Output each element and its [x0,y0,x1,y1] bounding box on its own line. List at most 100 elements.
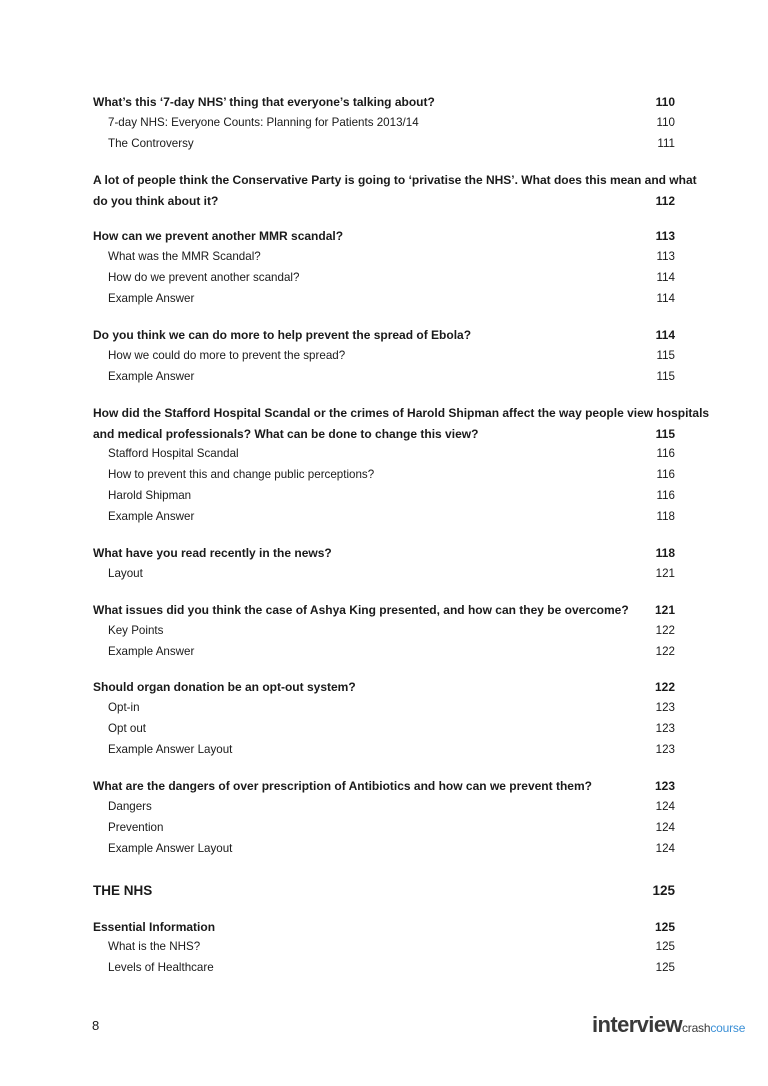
toc-heading[interactable]: Do you think we can do more to help prev… [93,325,675,346]
toc-entry-title: Prevention [108,820,164,834]
toc-chapter[interactable]: THE NHS 125 [93,881,675,902]
toc-entry-title: Layout [108,566,143,580]
toc-subentry[interactable]: Layout 121 [93,564,675,585]
toc-entry-title: and medical professionals? What can be d… [93,426,479,441]
toc-entry-title: The Controversy [108,136,194,150]
toc-entry-page: 125 [655,940,675,954]
toc-entry-title: Stafford Hospital Scandal [108,447,239,461]
toc-subentry[interactable]: Example Answer 114 [93,289,675,310]
toc-subentry[interactable]: Opt-in 123 [93,698,675,719]
toc-entry-title: What’s this ‘7-day NHS’ thing that every… [93,95,435,109]
toc-entry-page: 121 [654,602,675,617]
toc-entry-page: 124 [655,820,675,834]
toc-entry-page: 125 [655,961,675,975]
toc-entry-page: 115 [655,426,675,441]
table-of-contents: What’s this ‘7-day NHS’ thing that every… [93,92,709,979]
toc-subentry[interactable]: Harold Shipman 116 [93,486,675,507]
toc-subentry[interactable]: How do we prevent another scandal? 114 [93,268,675,289]
toc-heading-line[interactable]: A lot of people think the Conservative P… [93,170,697,191]
toc-subentry[interactable]: Example Answer 118 [93,507,675,528]
toc-entry-title: Opt-in [108,701,140,715]
toc-subentry[interactable]: Key Points 122 [93,621,675,642]
toc-entry-page: 123 [655,722,675,736]
toc-entry-title: How can we prevent another MMR scandal? [93,229,344,244]
toc-subentry[interactable]: What is the NHS? 125 [93,937,675,958]
toc-subentry[interactable]: Stafford Hospital Scandal 116 [93,444,675,465]
toc-entry-title: Example Answer Layout [108,841,233,855]
toc-subentry[interactable]: Prevention 124 [93,818,675,839]
toc-heading[interactable]: Should organ donation be an opt-out syst… [93,677,675,698]
toc-entry-title: What was the MMR Scandal? [108,250,261,264]
toc-subentry[interactable]: The Controversy 111 [93,134,675,155]
toc-entry-page: 123 [654,779,675,794]
toc-subentry[interactable]: How to prevent this and change public pe… [93,465,675,486]
logo-interview: interview [592,1012,683,1037]
toc-subentry[interactable]: 7-day NHS: Everyone Counts: Planning for… [93,113,675,134]
toc-subentry[interactable]: Example Answer Layout 123 [93,740,675,761]
toc-entry-page: 118 [655,546,675,561]
toc-entry-title: Example Answer [108,510,195,524]
toc-subentry[interactable]: What was the MMR Scandal? 113 [93,247,675,268]
toc-entry-title: What issues did you think the case of As… [93,602,629,617]
toc-subentry[interactable]: Example Answer Layout 124 [93,839,675,860]
toc-subentry[interactable]: Example Answer 115 [93,367,675,388]
logo-crash: crash [681,1021,711,1035]
toc-entry-page: 114 [655,328,675,343]
toc-entry-page: 111 [657,136,675,150]
toc-subentry[interactable]: Example Answer 122 [93,642,675,663]
toc-entry-title: Opt out [108,722,147,736]
toc-entry-page: 123 [655,701,675,715]
toc-heading[interactable]: and medical professionals? What can be d… [93,424,675,445]
toc-entry-page: 124 [655,841,675,855]
page-number: 8 [92,1018,100,1033]
toc-entry-title: Dangers [108,799,152,813]
toc-entry-title: A lot of people think the Conservative P… [93,172,697,187]
toc-subentry[interactable]: Opt out 123 [93,719,675,740]
toc-entry-title: Essential Information [93,919,216,934]
toc-subentry[interactable]: Dangers 124 [93,797,675,818]
toc-subentry[interactable]: Levels of Healthcare 125 [93,958,675,979]
toc-entry-title: What are the dangers of over prescriptio… [93,779,592,794]
toc-heading[interactable]: How can we prevent another MMR scandal? 1… [93,226,675,247]
toc-entry-title: Example Answer [108,644,195,658]
toc-entry-page: 110 [656,115,675,129]
toc-entry-page: 112 [655,193,675,208]
toc-heading[interactable]: Essential Information 125 [93,917,675,938]
toc-heading-line[interactable]: How did the Stafford Hospital Scandal or… [93,403,709,424]
toc-entry-title: How we could do more to prevent the spre… [108,348,346,362]
toc-heading[interactable]: What issues did you think the case of As… [93,600,675,621]
toc-entry-title: How do we prevent another scandal? [108,271,300,285]
toc-entry-page: 121 [655,566,675,580]
toc-entry-page: 115 [656,369,675,383]
toc-subentry[interactable]: How we could do more to prevent the spre… [93,346,675,367]
toc-entry-page: 115 [656,348,675,362]
toc-entry-page: 116 [656,447,675,461]
toc-entry-page: 122 [654,680,675,695]
toc-entry-title: What have you read recently in the news? [93,546,332,561]
brand-logo: interviewcrashcourse [592,1012,745,1038]
toc-entry-page: 116 [656,468,675,482]
toc-entry-page: 125 [652,882,675,898]
toc-entry-title: do you think about it? [93,193,219,208]
toc-entry-page: 122 [655,623,675,637]
toc-entry-page: 122 [655,644,675,658]
toc-entry-title: Example Answer Layout [108,743,233,757]
toc-entry-page: 114 [656,292,675,306]
toc-entry-page: 125 [654,919,675,934]
toc-entry-page: 123 [655,743,675,757]
toc-entry-title: Should organ donation be an opt-out syst… [93,680,356,695]
toc-entry-page: 116 [656,489,675,503]
toc-heading[interactable]: What have you read recently in the news?… [93,543,675,564]
toc-entry-page: 113 [656,250,675,264]
toc-entry-title: Levels of Healthcare [108,961,214,975]
toc-heading[interactable]: do you think about it? 112 [93,191,675,212]
toc-heading[interactable]: What’s this ‘7-day NHS’ thing that every… [93,92,675,113]
toc-heading[interactable]: What are the dangers of over prescriptio… [93,776,675,797]
